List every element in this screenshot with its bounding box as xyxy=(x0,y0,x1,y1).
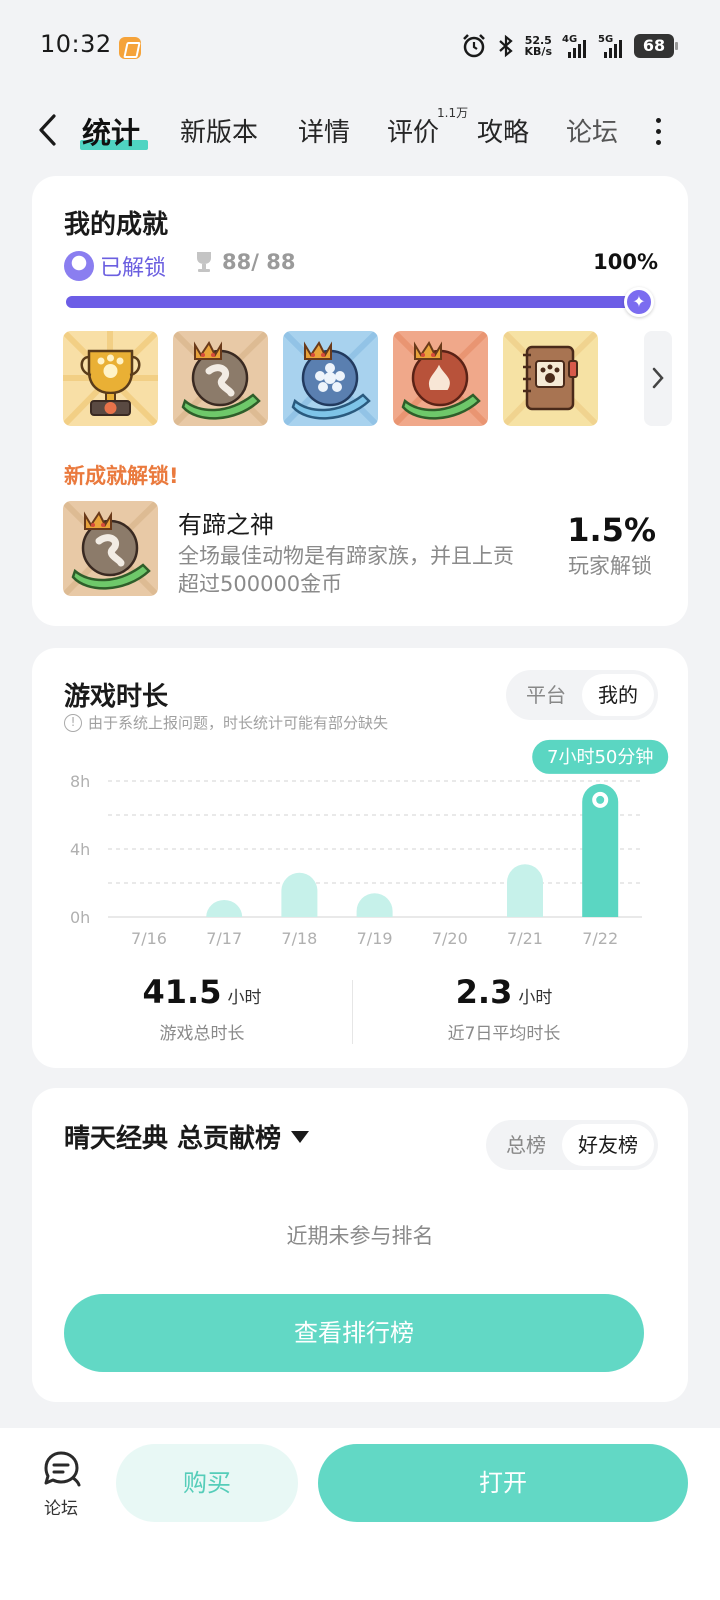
view-ranking-button[interactable]: 查看排行榜 xyxy=(64,1294,644,1372)
alarm-icon xyxy=(462,34,485,58)
achievement-progress-fill xyxy=(66,296,642,308)
app-page: 10:32 52.5 KB/s 4G 5G 68 统计 新版本 详情 评价 1.… xyxy=(0,0,720,1600)
achievements-title: 我的成就 xyxy=(64,210,169,240)
achievement-badges-row xyxy=(63,331,672,427)
achievement-badge-paw-notebook[interactable] xyxy=(503,331,598,426)
y-tick-label: 0h xyxy=(70,908,90,927)
toggle-friends-ranking[interactable]: 好友榜 xyxy=(562,1124,654,1166)
back-arrow-icon[interactable] xyxy=(36,112,60,148)
playtime-card: 游戏时长 ! 由于系统上报问题，时长统计可能有部分缺失 平台 我的 0h 4h 8h… xyxy=(32,648,688,1068)
tab-forum[interactable]: 论坛 xyxy=(566,112,618,149)
tab-guides[interactable]: 攻略 xyxy=(477,112,529,149)
top-tab-bar: 统计 新版本 详情 评价 1.1万 攻略 论坛 xyxy=(0,100,720,164)
trophy-icon xyxy=(197,252,211,272)
bluetooth-icon xyxy=(498,34,513,58)
ranking-title: 晴天经典 总贡献榜 xyxy=(64,1124,282,1154)
selected-bar-marker-center xyxy=(596,795,605,804)
y-tick-label: 4h xyxy=(70,840,90,859)
unlocked-label: 已解锁 xyxy=(100,256,167,281)
tab-reviews[interactable]: 评价 xyxy=(387,112,439,149)
dropdown-triangle-icon xyxy=(291,1130,310,1143)
chart-bar-7/19[interactable] xyxy=(356,893,393,917)
chart-bar-7/21[interactable] xyxy=(507,864,543,917)
signal-4g-icon: 4G xyxy=(562,34,588,58)
achievement-progress-bar: ✦ xyxy=(66,287,654,317)
playtime-note: ! 由于系统上报问题，时长统计可能有部分缺失 xyxy=(64,712,388,733)
x-tick-label: 7/20 xyxy=(432,929,468,948)
new-achievement-rate-label: 玩家解锁 xyxy=(568,554,652,578)
playtime-tooltip-text: 7小时50分钟 xyxy=(547,747,653,768)
tab-new-version[interactable]: 新版本 xyxy=(180,112,258,149)
total-playtime-label: 游戏总时长 xyxy=(159,1024,245,1044)
user-avatar xyxy=(64,251,94,281)
more-options-icon[interactable] xyxy=(656,118,662,145)
ranking-card: 晴天经典 总贡献榜 总榜 好友榜 近期未参与排名 查看排行榜 xyxy=(32,1088,688,1402)
achievement-badge-crowned-snowflake-hand[interactable] xyxy=(283,331,378,426)
toggle-platform[interactable]: 平台 xyxy=(510,674,582,716)
new-achievement-description: 全场最佳动物是有蹄家族，并且上贡超过500000金币 xyxy=(178,544,514,596)
info-icon: ! xyxy=(64,713,82,732)
toggle-total-ranking[interactable]: 总榜 xyxy=(490,1124,562,1166)
achievements-card: 我的成就 已解锁 88/ 88 100% ✦ 新成就解锁! 有蹄之神 全场最佳动… xyxy=(32,176,688,626)
y-tick-label: 8h xyxy=(70,772,90,791)
achievement-badge-crowned-rock-hand[interactable] xyxy=(173,331,268,426)
average-playtime-stat: 2.3 小时 近7日平均时长 xyxy=(374,973,634,1044)
open-button[interactable]: 打开 xyxy=(318,1444,688,1522)
more-achievements-button[interactable] xyxy=(644,331,672,426)
achievement-percent: 100% xyxy=(593,250,658,274)
status-icons: 52.5 KB/s 4G 5G 68 xyxy=(461,33,678,59)
average-playtime-value: 2.3 xyxy=(455,973,513,1011)
tab-stats[interactable]: 统计 xyxy=(82,110,140,152)
trophy-count-value: 88/ 88 xyxy=(222,250,296,274)
ranking-title-dropdown[interactable]: 晴天经典 总贡献榜 xyxy=(64,1118,310,1155)
x-tick-label: 7/22 xyxy=(582,929,618,948)
status-time: 10:32 xyxy=(40,30,112,58)
status-bar: 10:32 52.5 KB/s 4G 5G 68 xyxy=(0,0,720,96)
playtime-note-text: 由于系统上报问题，时长统计可能有部分缺失 xyxy=(88,714,389,732)
achievement-badge-crowned-fire-hand[interactable] xyxy=(393,331,488,426)
tab-details[interactable]: 详情 xyxy=(298,112,350,149)
chart-bar-7/17[interactable] xyxy=(206,900,243,917)
new-achievement-label: 新成就解锁! xyxy=(64,464,179,488)
ranking-scope-toggle: 总榜 好友榜 xyxy=(486,1120,658,1170)
reviews-count-badge: 1.1万 xyxy=(437,106,469,120)
achievement-badge-golden-paw-trophy[interactable] xyxy=(63,331,158,426)
chevron-right-icon xyxy=(652,367,664,389)
battery-icon: 68 xyxy=(634,34,678,58)
forum-icon[interactable] xyxy=(40,1448,82,1490)
x-tick-label: 7/16 xyxy=(131,929,167,948)
toggle-mine[interactable]: 我的 xyxy=(582,674,654,716)
trophy-count: 88/ 88 xyxy=(194,250,295,274)
x-tick-label: 7/21 xyxy=(507,929,543,948)
signal-5g-icon: 5G xyxy=(598,34,624,58)
x-tick-label: 7/18 xyxy=(281,929,317,948)
ranking-empty-text: 近期未参与排名 xyxy=(286,1224,434,1248)
playtime-bar-chart: 0h 4h 8h 7/16 7/17 7/18 7/19 7/20 7/21 7小时50分钟 7/2… xyxy=(70,739,669,948)
total-playtime-stat: 41.5 小时 游戏总时长 xyxy=(72,973,332,1044)
chart-bar-7/18[interactable] xyxy=(281,872,318,917)
playtime-source-toggle: 平台 我的 xyxy=(506,670,658,720)
progress-star-knob: ✦ xyxy=(624,287,654,317)
playtime-title: 游戏时长 xyxy=(64,682,169,712)
network-speed-unit: KB/s xyxy=(524,45,552,58)
total-playtime-value: 41.5 xyxy=(142,973,222,1011)
average-playtime-unit: 小时 xyxy=(518,988,553,1008)
bottom-action-bar: 论坛 购买 打开 xyxy=(0,1428,720,1600)
unlocked-status: 已解锁 xyxy=(64,250,166,282)
x-tick-label: 7/17 xyxy=(206,929,242,948)
buy-button[interactable]: 购买 xyxy=(116,1444,298,1522)
stats-divider xyxy=(352,980,353,1044)
forum-label[interactable]: 论坛 xyxy=(40,1494,82,1519)
new-achievement-rate: 1.5% xyxy=(567,511,656,549)
new-achievement-badge[interactable] xyxy=(63,501,158,596)
average-playtime-label: 近7日平均时长 xyxy=(447,1024,561,1044)
notification-app-icon xyxy=(119,37,141,59)
network-speed: 52.5 KB/s xyxy=(525,35,552,57)
new-achievement-name: 有蹄之神 xyxy=(178,511,274,539)
x-tick-label: 7/19 xyxy=(357,929,393,948)
total-playtime-unit: 小时 xyxy=(227,988,262,1008)
